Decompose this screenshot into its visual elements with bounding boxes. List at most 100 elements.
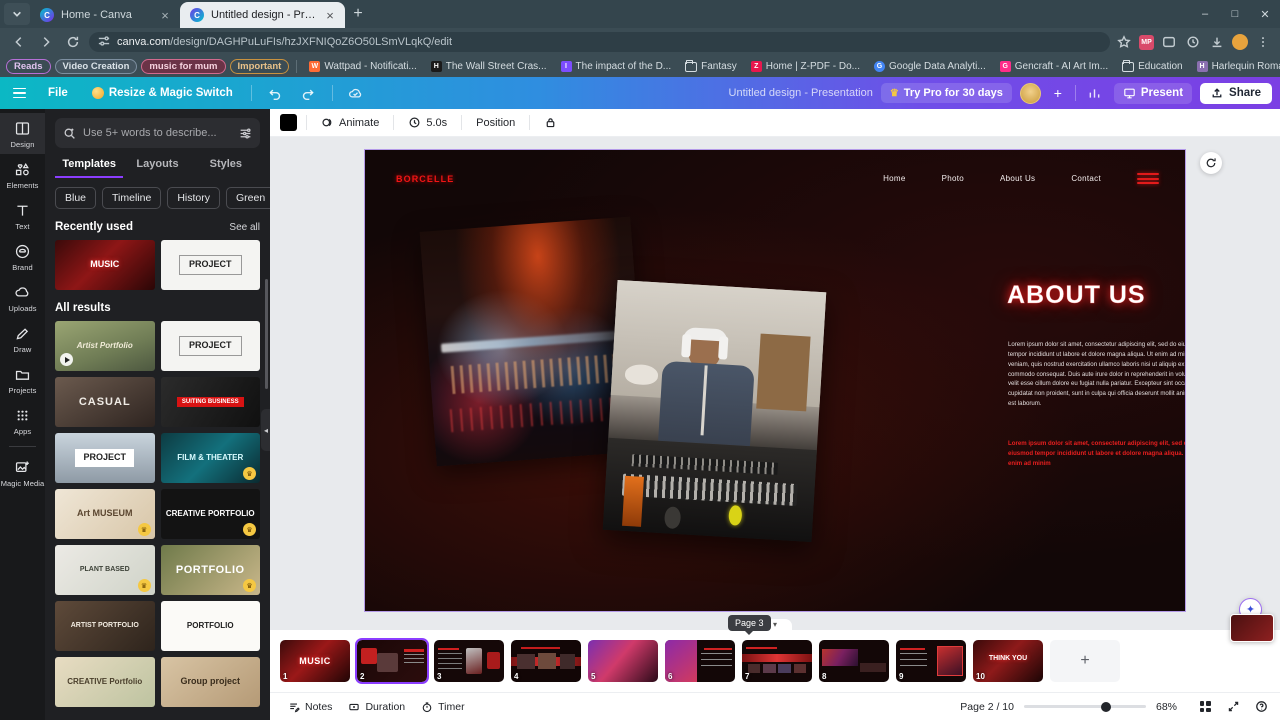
history-icon[interactable] xyxy=(1184,33,1202,51)
browser-tab-untitled-design[interactable]: C Untitled design - Presentation × xyxy=(180,2,345,28)
slide-body-text[interactable]: Lorem ipsum dolor sit amet, consectetur … xyxy=(1008,340,1185,409)
notes-button[interactable]: Notes xyxy=(280,698,340,716)
timer-button[interactable]: Timer xyxy=(413,698,472,716)
bookmark-wattpad[interactable]: W Wattpad - Notificati... xyxy=(304,59,421,74)
sidebar-item-magic-media[interactable]: Magic Media xyxy=(0,452,45,493)
avatar[interactable] xyxy=(1019,82,1041,104)
add-page-button[interactable]: + xyxy=(1050,640,1120,682)
page-thumbnail-5[interactable]: 5 xyxy=(588,640,658,682)
file-menu-button[interactable]: File xyxy=(42,84,74,102)
template-card[interactable]: FILM & THEATER ♛ xyxy=(160,433,260,483)
bookmark-video-creation[interactable]: Video Creation xyxy=(54,59,138,74)
chip-green[interactable]: Green xyxy=(225,187,270,209)
chrome-menu-icon[interactable] xyxy=(1254,33,1272,51)
forward-button[interactable] xyxy=(35,31,57,53)
bookmark-wall-street[interactable]: H The Wall Street Cras... xyxy=(426,59,552,74)
bar-chart-icon[interactable] xyxy=(1084,82,1106,104)
new-tab-button[interactable]: + xyxy=(345,2,371,26)
tab-templates[interactable]: Templates xyxy=(55,158,124,178)
browser-tab-home-canva[interactable]: C Home - Canva × xyxy=(30,2,180,28)
dj-with-headphones-photo[interactable] xyxy=(602,280,827,542)
bookmark-music-for-mum[interactable]: music for mum xyxy=(141,59,226,74)
slide-nav-photo[interactable]: Photo xyxy=(942,174,964,183)
slide-nav-about-us[interactable]: About Us xyxy=(1000,174,1035,183)
play-icon[interactable] xyxy=(60,353,73,366)
duration-button[interactable]: 5.0s xyxy=(403,113,452,132)
page-thumbnail-2[interactable]: 2 xyxy=(355,638,429,684)
profile-avatar[interactable] xyxy=(1232,34,1248,50)
bookmark-reads[interactable]: Reads xyxy=(6,59,51,74)
sidebar-item-uploads[interactable]: Uploads xyxy=(0,277,45,318)
bookmark-gencraft[interactable]: G Gencraft - AI Art Im... xyxy=(995,59,1113,74)
template-card[interactable]: CREATIVE Portfolio xyxy=(55,657,155,707)
redo-icon[interactable] xyxy=(298,82,320,104)
slide-accent-text[interactable]: Lorem ipsum dolor sit amet, consectetur … xyxy=(1008,439,1185,469)
duration-button[interactable]: Duration xyxy=(340,698,413,716)
grid-view-icon[interactable] xyxy=(1196,698,1214,716)
tab-search-button[interactable] xyxy=(4,3,30,25)
page-thumbnail-9[interactable]: 9 xyxy=(896,640,966,682)
bookmark-folder-fantasy[interactable]: Fantasy xyxy=(680,59,742,74)
template-card[interactable]: PROJECT xyxy=(160,321,260,371)
hamburger-icon[interactable] xyxy=(1137,173,1159,184)
position-button[interactable]: Position xyxy=(471,114,520,132)
sidebar-item-design[interactable]: Design xyxy=(0,113,45,154)
chip-blue[interactable]: Blue xyxy=(55,187,97,209)
address-bar[interactable]: canva.com/design/DAGHPuLuFIs/hzJXFNIQoZ6… xyxy=(89,32,1110,52)
slider-knob[interactable] xyxy=(1100,701,1111,712)
sidebar-item-apps[interactable]: Apps xyxy=(0,400,45,441)
slide-logo[interactable]: BORCELLE xyxy=(396,174,454,184)
close-window-button[interactable]: ✕ xyxy=(1250,8,1280,21)
lock-button[interactable] xyxy=(539,113,562,132)
tab-layouts[interactable]: Layouts xyxy=(123,158,191,178)
sidebar-item-brand[interactable]: Brand xyxy=(0,236,45,277)
floating-page-preview[interactable] xyxy=(1230,614,1274,642)
slide-nav-home[interactable]: Home xyxy=(883,174,906,183)
bookmark-google-data-analytics[interactable]: G Google Data Analyti... xyxy=(869,59,991,74)
page-thumbnail-8[interactable]: 8 xyxy=(819,640,889,682)
close-icon[interactable]: × xyxy=(158,8,172,23)
page-thumbnail-7[interactable]: 7 xyxy=(742,640,812,682)
page-thumbnail-6[interactable]: 6 xyxy=(665,640,735,682)
template-card[interactable]: SUITING BUSINESS xyxy=(160,377,260,427)
template-card[interactable]: CREATIVE PORTFOLIO ♛ xyxy=(160,489,260,539)
template-card[interactable]: Art MUSEUM ♛ xyxy=(55,489,155,539)
rotate-icon[interactable] xyxy=(1200,152,1222,174)
bookmark-harlequin[interactable]: HHarlequin Romance:... xyxy=(1192,59,1280,74)
bookmark-important[interactable]: Important xyxy=(229,59,290,74)
extension-avatar-icon[interactable]: MP xyxy=(1139,34,1154,50)
page-thumbnail-3[interactable]: 3 xyxy=(434,640,504,682)
page-thumbnail-10[interactable]: THINK YOU 10 xyxy=(973,640,1043,682)
maximize-button[interactable]: □ xyxy=(1220,8,1250,20)
template-card[interactable]: PORTFOLIO ♛ xyxy=(160,545,260,595)
tab-styles[interactable]: Styles xyxy=(192,158,260,178)
slide-nav-contact[interactable]: Contact xyxy=(1071,174,1101,183)
cloud-saved-icon[interactable] xyxy=(345,82,367,104)
help-icon[interactable] xyxy=(1252,698,1270,716)
template-card[interactable]: Artist Portfolio xyxy=(55,321,155,371)
color-swatch-button[interactable] xyxy=(280,114,297,131)
fullscreen-icon[interactable] xyxy=(1224,698,1242,716)
zoom-slider[interactable] xyxy=(1024,701,1146,713)
undo-icon[interactable] xyxy=(264,82,286,104)
document-title[interactable]: Untitled design - Presentation xyxy=(729,87,873,99)
chip-history[interactable]: History xyxy=(167,187,220,209)
template-card[interactable]: MUSIC xyxy=(55,240,155,290)
see-all-link[interactable]: See all xyxy=(229,222,260,233)
template-card[interactable]: CASUAL xyxy=(55,377,155,427)
page-thumbnail-1[interactable]: MUSIC 1 xyxy=(280,640,350,682)
page-thumbnail-4[interactable]: 4 xyxy=(511,640,581,682)
add-collaborator-button[interactable]: + xyxy=(1049,84,1067,102)
share-button[interactable]: Share xyxy=(1200,82,1272,104)
sidebar-item-draw[interactable]: Draw xyxy=(0,318,45,359)
extensions-icon[interactable] xyxy=(1160,33,1178,51)
present-button[interactable]: Present xyxy=(1113,82,1193,104)
panel-scrollbar[interactable] xyxy=(265,279,268,389)
template-card[interactable]: PROJECT xyxy=(55,433,155,483)
sidebar-item-text[interactable]: Text xyxy=(0,195,45,236)
chip-timeline[interactable]: Timeline xyxy=(102,187,162,209)
sidebar-item-projects[interactable]: Projects xyxy=(0,359,45,400)
template-card[interactable]: PLANT BASED ♛ xyxy=(55,545,155,595)
slide-heading[interactable]: ABOUT US xyxy=(1007,281,1146,310)
sidebar-item-elements[interactable]: Elements xyxy=(0,154,45,195)
